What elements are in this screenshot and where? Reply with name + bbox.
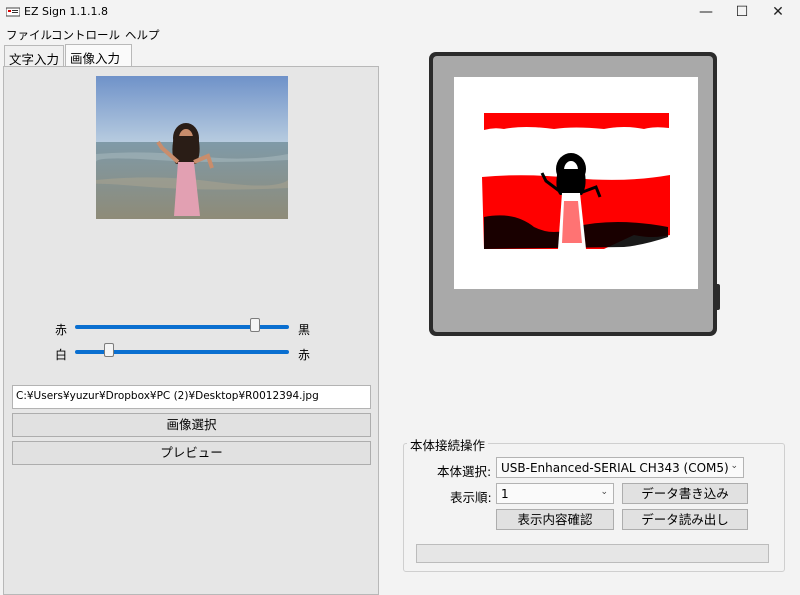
menu-bar: ファイル コントロール ヘルプ xyxy=(0,24,800,44)
device-screen xyxy=(454,77,698,289)
confirm-display-button[interactable]: 表示内容確認 xyxy=(496,509,614,530)
menu-file[interactable]: ファイル xyxy=(6,27,52,43)
close-button[interactable]: ✕ xyxy=(758,0,798,24)
menu-control[interactable]: コントロール xyxy=(51,27,120,43)
white-red-slider-thumb[interactable] xyxy=(104,343,115,357)
chevron-down-icon: ⌄ xyxy=(600,487,608,497)
maximize-button[interactable]: ☐ xyxy=(722,0,762,24)
source-photo xyxy=(96,76,288,219)
menu-help[interactable]: ヘルプ xyxy=(125,27,160,43)
display-order-label: 表示順: xyxy=(450,490,492,505)
device-preview xyxy=(429,52,717,336)
device-bezel xyxy=(433,56,713,332)
select-image-button[interactable]: 画像選択 xyxy=(12,413,371,437)
preview-button[interactable]: プレビュー xyxy=(12,441,371,465)
image-input-panel: 赤 黒 白 赤 C:¥Users¥yuzur¥Dropbox¥PC (2)¥De… xyxy=(3,66,379,595)
chevron-down-icon: ⌄ xyxy=(730,461,738,471)
slider1-left-label: 赤 xyxy=(55,323,68,337)
minimize-button[interactable]: — xyxy=(686,0,726,24)
connection-group-title: 本体接続操作 xyxy=(407,435,489,454)
slider1-right-label: 黒 xyxy=(298,323,311,337)
read-data-button[interactable]: データ読み出し xyxy=(622,509,748,530)
device-select[interactable]: USB-Enhanced-SERIAL CH343 (COM5) ⌄ xyxy=(496,457,744,478)
device-select-label: 本体選択: xyxy=(437,464,492,479)
red-black-slider-thumb[interactable] xyxy=(249,318,260,332)
device-side-button xyxy=(716,284,720,310)
preview-image xyxy=(482,113,670,249)
device-select-value: USB-Enhanced-SERIAL CH343 (COM5) xyxy=(501,461,729,475)
tab-image-input[interactable]: 画像入力 xyxy=(65,44,132,67)
write-data-button[interactable]: データ書き込み xyxy=(622,483,748,504)
window-title: EZ Sign 1.1.1.8 xyxy=(24,5,108,18)
file-path-field[interactable]: C:¥Users¥yuzur¥Dropbox¥PC (2)¥Desktop¥R0… xyxy=(12,385,371,409)
display-order-value: 1 xyxy=(501,487,509,501)
app-icon xyxy=(6,7,20,17)
tab-text-input[interactable]: 文字入力 xyxy=(4,45,64,67)
transfer-progress-bar xyxy=(416,544,769,563)
slider2-right-label: 赤 xyxy=(298,348,311,362)
title-bar: EZ Sign 1.1.1.8 — ☐ ✕ xyxy=(0,0,800,24)
slider2-left-label: 白 xyxy=(55,348,68,362)
display-order-select[interactable]: 1 ⌄ xyxy=(496,483,614,504)
